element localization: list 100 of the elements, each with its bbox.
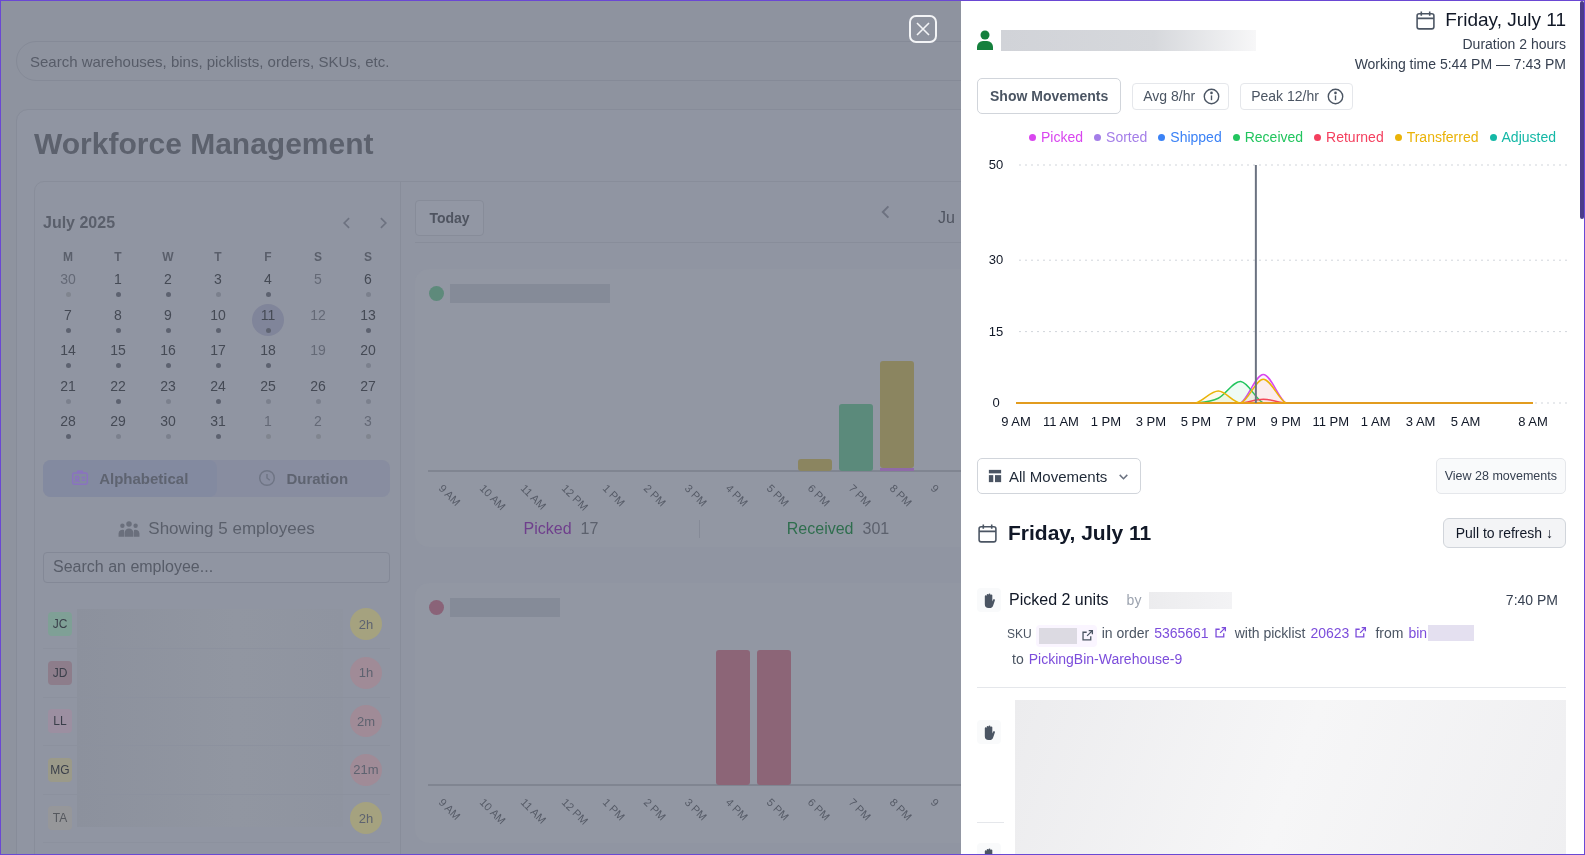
legend-label[interactable]: Picked — [1041, 129, 1084, 145]
axis-label: 10 AM — [477, 795, 509, 827]
external-link-icon[interactable] — [1213, 626, 1227, 639]
calendar-day[interactable]: 8 — [114, 306, 122, 324]
movement-filter-dropdown[interactable]: All Movements — [977, 458, 1142, 494]
duration-badge: 2m — [350, 705, 382, 738]
x-axis-label: 9 PM — [1270, 414, 1301, 429]
external-link-icon[interactable] — [1354, 626, 1368, 639]
axis-label: 9 — [928, 481, 942, 495]
view-movements-button[interactable]: View 28 movements — [1435, 458, 1566, 494]
today-button[interactable]: Today — [415, 200, 484, 236]
by-label: by — [1126, 592, 1142, 608]
calendar-icon — [977, 522, 998, 544]
x-axis-label: 1 PM — [1090, 414, 1122, 429]
legend-label[interactable]: Shipped — [1170, 129, 1222, 145]
calendar-day[interactable]: 14 — [60, 342, 76, 359]
calendar-day[interactable]: 3 — [214, 271, 222, 288]
axis-label: 2 PM — [641, 795, 669, 823]
info-icon — [1326, 87, 1344, 105]
stat-chip[interactable]: Peak 12/hr — [1240, 82, 1353, 110]
calendar-day[interactable]: 9 — [164, 306, 172, 324]
show-movements-button[interactable]: Show Movements — [977, 78, 1122, 114]
calendar-day[interactable]: 29 — [110, 413, 126, 430]
y-axis-label: 15 — [988, 323, 1004, 339]
x-axis-label: 1 AM — [1360, 414, 1391, 429]
duration-badge: 2h — [350, 802, 382, 835]
axis-label: 9 AM — [436, 795, 463, 823]
axis-label: 6 PM — [805, 481, 833, 509]
calendar-day[interactable]: 27 — [360, 377, 376, 395]
axis-label: 7 PM — [846, 481, 874, 509]
calendar-day[interactable]: 6 — [364, 271, 372, 288]
duration-badge: 2h — [350, 608, 382, 641]
axis-label: 12 PM — [559, 795, 591, 827]
period-label: Ju — [938, 209, 955, 227]
duration-badge: 1h — [350, 656, 382, 689]
x-axis-label: 5 AM — [1450, 414, 1481, 429]
detail-link[interactable]: 20623 — [1310, 625, 1350, 641]
movement-title: Picked 2 units — [1009, 591, 1109, 609]
axis-label: 1 PM — [600, 481, 628, 509]
calendar-day[interactable]: 10 — [210, 306, 226, 324]
movement-details: SKU in order 5365661 with picklist 20623 from bin to PickingBin-Warehouse-9 — [1007, 621, 1566, 671]
external-link-icon[interactable] — [1080, 629, 1094, 642]
legend-label[interactable]: Transferred — [1406, 129, 1479, 145]
legend-label[interactable]: Sorted — [1106, 129, 1148, 145]
calendar-icon — [1415, 9, 1437, 31]
movement-time: 7:40 PM — [1505, 592, 1559, 608]
calendar-day[interactable]: 1 — [114, 271, 122, 288]
axis-label: 6 PM — [805, 795, 833, 823]
y-axis-label: 30 — [988, 252, 1004, 268]
detail-link[interactable]: 5365661 — [1154, 625, 1209, 641]
axis-label: 11 AM — [518, 795, 549, 826]
employee-search-field[interactable]: Search an employee... — [43, 551, 390, 583]
employee-avatar: TA — [48, 806, 72, 831]
legend-label[interactable]: Adjusted — [1501, 129, 1556, 145]
refresh-button[interactable]: Pull to refresh ↓ — [1442, 518, 1566, 548]
axis-label: 3 PM — [682, 481, 710, 509]
calendar-day[interactable]: 26 — [310, 377, 326, 395]
detail-link[interactable]: bin — [1408, 625, 1428, 641]
duration-text: Duration 2 hours — [1462, 35, 1566, 54]
axis-label: 2 PM — [641, 481, 669, 509]
legend-label[interactable]: Returned — [1326, 129, 1384, 145]
scrollbar-thumb[interactable] — [1580, 1, 1584, 219]
calendar-day[interactable]: 16 — [160, 342, 176, 359]
calendar-day[interactable]: 23 — [160, 377, 176, 395]
detail-link[interactable]: PickingBin-Warehouse-9 — [1028, 651, 1183, 667]
selected-day-circle[interactable]: 11 — [252, 303, 284, 336]
calendar-day[interactable]: 2 — [164, 271, 172, 288]
calendar-day[interactable]: 22 — [110, 377, 126, 395]
calendar-day[interactable]: 20 — [360, 342, 376, 359]
employee-avatar: JD — [48, 660, 72, 685]
stat-label: Picked — [523, 520, 572, 538]
calendar-day[interactable]: 30 — [160, 413, 176, 430]
calendar-day[interactable]: 13 — [360, 306, 376, 324]
layout-icon — [988, 469, 1002, 483]
calendar-day[interactable]: 4 — [264, 271, 272, 288]
axis-label: 12 PM — [559, 481, 591, 513]
x-axis-label: 3 PM — [1135, 414, 1167, 429]
calendar-day[interactable]: 18 — [260, 342, 276, 359]
calendar-day[interactable]: 25 — [260, 377, 276, 395]
stat-label: Received — [786, 520, 854, 538]
employee-avatar: MG — [48, 757, 72, 782]
info-icon — [1203, 87, 1221, 105]
stat-chip[interactable]: Avg 8/hr — [1132, 82, 1230, 110]
calendar-day[interactable]: 21 — [60, 377, 76, 395]
calendar-day[interactable]: 31 — [210, 413, 226, 430]
calendar-day[interactable]: 7 — [64, 306, 72, 324]
calendar-day[interactable]: 17 — [210, 342, 226, 359]
calendar-day[interactable]: 24 — [210, 377, 226, 395]
calendar-day[interactable]: 28 — [60, 413, 76, 430]
close-button[interactable] — [909, 15, 937, 43]
y-axis-label: 0 — [992, 395, 1000, 410]
calendar-day[interactable]: 15 — [110, 342, 126, 359]
sku-chip[interactable] — [1035, 625, 1097, 647]
axis-label: 1 PM — [600, 795, 628, 823]
legend-label[interactable]: Received — [1244, 129, 1304, 145]
x-axis-label: 8 AM — [1518, 414, 1548, 429]
calendar-day[interactable]: 11 — [260, 306, 276, 324]
axis-label: 4 PM — [723, 481, 751, 509]
axis-label: 5 PM — [764, 481, 792, 509]
duration-badge: 21m — [350, 753, 382, 786]
